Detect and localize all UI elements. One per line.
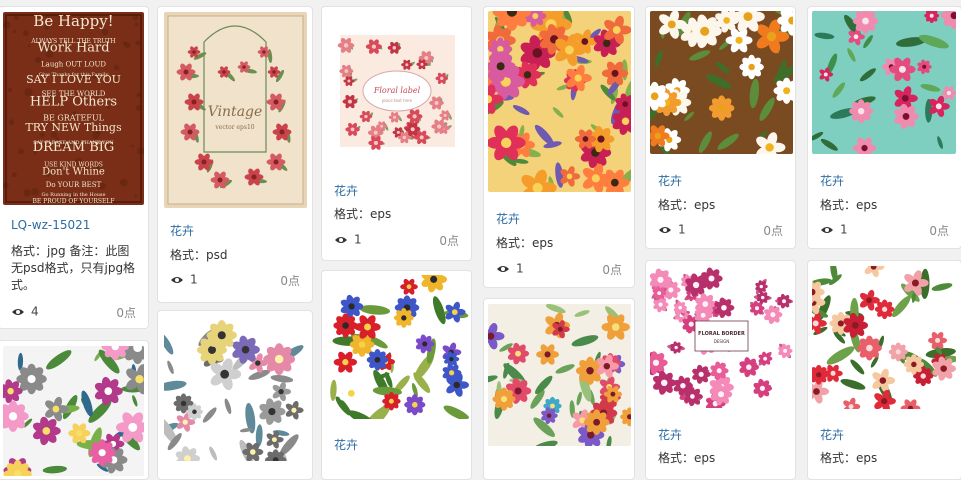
card-8-thumbnail[interactable] xyxy=(164,316,307,461)
eye-icon xyxy=(496,264,510,274)
resource-card-11[interactable]: FLORAL BORDER DESIGN 花卉 格式：eps xyxy=(645,260,796,480)
svg-text:HELP Others: HELP Others xyxy=(30,94,117,109)
points-value: 0点 xyxy=(602,261,622,278)
tropical-pattern-image xyxy=(812,11,956,154)
view-count: 1 xyxy=(354,233,362,247)
card-12-category-link[interactable]: 花卉 xyxy=(820,426,844,443)
svg-text:Floral label: Floral label xyxy=(373,86,421,95)
card-5-thumbnail[interactable] xyxy=(650,11,793,154)
card-3-format: 格式：eps xyxy=(334,206,459,223)
points-value: 0点 xyxy=(116,304,136,321)
card-5-format: 格式：eps xyxy=(658,197,783,214)
card-1-stats: 4 0点 xyxy=(11,304,136,320)
card-11-category-link[interactable]: 花卉 xyxy=(658,426,682,443)
card-1-title-link[interactable]: LQ-wz-15021 xyxy=(11,218,90,232)
card-12-thumbnail[interactable] xyxy=(812,266,956,409)
floral-border-image: FLORAL BORDER DESIGN xyxy=(650,265,793,408)
eye-icon xyxy=(334,235,348,245)
svg-text:SAY I LOVE YOU: SAY I LOVE YOU xyxy=(26,73,121,86)
card-3-thumbnail[interactable]: Floral label place text here xyxy=(326,11,469,169)
svg-text:DESIGN: DESIGN xyxy=(714,339,729,344)
watercolor-floral-image xyxy=(488,304,631,446)
eye-icon xyxy=(658,225,672,235)
card-7-thumbnail[interactable] xyxy=(3,346,144,476)
svg-text:TRY NEW Things: TRY NEW Things xyxy=(25,121,122,134)
resource-card-5[interactable]: 花卉 格式：eps 1 0点 xyxy=(645,6,796,249)
points-value: 0点 xyxy=(763,222,783,239)
svg-text:Don't Whine: Don't Whine xyxy=(42,167,105,178)
card-11-format: 格式：eps xyxy=(658,450,783,467)
card-4-thumbnail[interactable] xyxy=(488,11,631,192)
resource-card-3[interactable]: Floral label place text here 花卉 格式：eps 1 … xyxy=(321,6,472,261)
svg-text:Laugh OUT LOUD: Laugh OUT LOUD xyxy=(41,61,106,69)
svg-text:Do YOUR BEST: Do YOUR BEST xyxy=(46,181,102,189)
card-6-stats: 1 0点 xyxy=(820,222,949,238)
card-4-category-link[interactable]: 花卉 xyxy=(496,210,520,227)
eye-icon xyxy=(11,307,25,317)
view-count: 1 xyxy=(678,223,686,237)
card-1-thumbnail[interactable]: Be Happy!ALWAYS TELL THE TRUTHWork HardL… xyxy=(3,12,144,205)
card-11-thumbnail[interactable]: FLORAL BORDER DESIGN xyxy=(650,265,793,408)
view-count: 1 xyxy=(840,223,848,237)
bold-floral-image xyxy=(488,11,631,192)
view-count: 4 xyxy=(31,305,39,319)
card-2-stats: 1 0点 xyxy=(170,272,300,288)
resource-card-9[interactable]: 花卉 xyxy=(321,270,472,480)
resource-card-4[interactable]: 花卉 格式：eps 1 0点 xyxy=(483,6,635,288)
card-1-format: 格式：jpg 备注：此图无psd格式，只有jpg格式。 xyxy=(11,243,136,294)
svg-text:DREAM BIG: DREAM BIG xyxy=(33,140,115,155)
resource-card-1[interactable]: Be Happy!ALWAYS TELL THE TRUTHWork HardL… xyxy=(0,6,149,329)
card-12-format: 格式：eps xyxy=(820,450,949,467)
card-3-category-link[interactable]: 花卉 xyxy=(334,182,358,199)
lily-pattern-image xyxy=(3,346,144,476)
card-9-thumbnail[interactable] xyxy=(326,275,469,419)
rose-pattern-image xyxy=(812,266,956,409)
card-2-category-link[interactable]: 花卉 xyxy=(170,222,194,239)
svg-text:vector eps10: vector eps10 xyxy=(214,124,254,131)
card-6-category-link[interactable]: 花卉 xyxy=(820,172,844,189)
card-2-format: 格式：psd xyxy=(170,247,300,264)
card-4-format: 格式：eps xyxy=(496,235,622,252)
vintage-rose-frame-image: Vintage vector eps10 xyxy=(164,12,307,208)
resource-card-10[interactable] xyxy=(483,298,635,480)
points-value: 0点 xyxy=(439,232,459,249)
resource-card-2[interactable]: Vintage vector eps10 花卉 格式：psd 1 0点 xyxy=(157,6,313,303)
card-2-thumbnail[interactable]: Vintage vector eps10 xyxy=(164,12,307,208)
wildflower-image xyxy=(326,275,469,419)
view-count: 1 xyxy=(190,273,198,287)
points-value: 0点 xyxy=(280,272,300,289)
card-4-stats: 1 0点 xyxy=(496,261,622,277)
card-3-stats: 1 0点 xyxy=(334,232,459,248)
card-6-thumbnail[interactable] xyxy=(812,11,956,154)
card-9-category-link[interactable]: 花卉 xyxy=(334,436,358,453)
motivational-poster-image: Be Happy!ALWAYS TELL THE TRUTHWork HardL… xyxy=(3,12,144,205)
resource-card-7[interactable] xyxy=(0,340,149,480)
card-6-format: 格式：eps xyxy=(820,197,949,214)
resource-card-8[interactable] xyxy=(157,310,313,480)
sketch-floral-image xyxy=(164,316,307,461)
svg-text:Be Happy!: Be Happy! xyxy=(33,12,113,30)
svg-text:BE PROUD OF YOURSELF: BE PROUD OF YOURSELF xyxy=(32,198,114,205)
floral-label-image: Floral label place text here xyxy=(326,11,469,169)
card-5-stats: 1 0点 xyxy=(658,222,783,238)
svg-text:FLORAL BORDER: FLORAL BORDER xyxy=(698,331,745,337)
points-value: 0点 xyxy=(929,222,949,239)
daisy-pattern-image xyxy=(650,11,793,154)
card-10-thumbnail[interactable] xyxy=(488,304,631,446)
eye-icon xyxy=(820,225,834,235)
card-5-category-link[interactable]: 花卉 xyxy=(658,172,682,189)
view-count: 1 xyxy=(516,262,524,276)
svg-text:place text here: place text here xyxy=(382,98,413,103)
eye-icon xyxy=(170,275,184,285)
svg-text:Go Running in the House: Go Running in the House xyxy=(42,192,106,198)
resource-card-12[interactable]: 花卉 格式：eps xyxy=(807,260,961,480)
svg-text:Vintage: Vintage xyxy=(208,104,263,120)
svg-text:Work Hard: Work Hard xyxy=(37,40,109,55)
resource-card-6[interactable]: 花卉 格式：eps 1 0点 xyxy=(807,6,961,249)
